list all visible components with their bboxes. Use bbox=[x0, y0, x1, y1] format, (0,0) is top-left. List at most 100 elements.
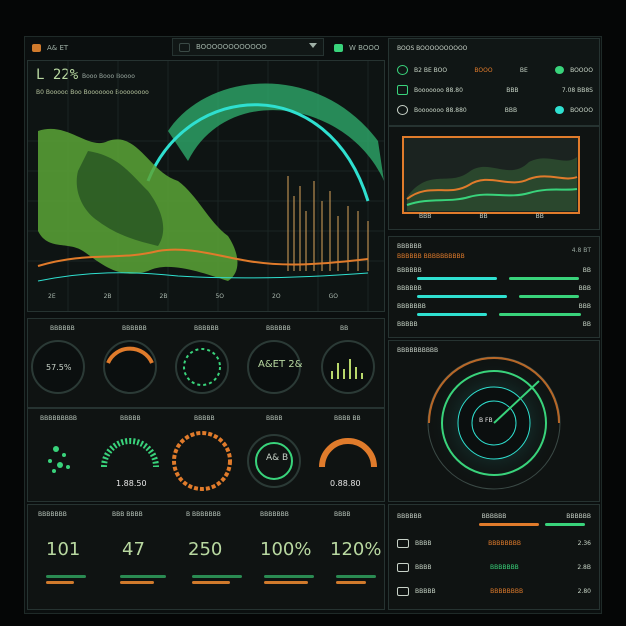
stats-panel: BBBBBB BBBBBB BBBBBBBBBB 4.8 BT BBBBBB B… bbox=[388, 236, 600, 338]
top-left-header: A& ET bbox=[32, 38, 172, 58]
search-bar[interactable]: BOOOOOOOOOOOO bbox=[172, 38, 324, 56]
map-visual bbox=[28, 61, 384, 311]
gauge-value: 57.5% bbox=[46, 363, 72, 372]
mini-chart-labels: BBB BB BB bbox=[419, 213, 544, 220]
table-cell: 2.8B bbox=[577, 564, 591, 571]
mini-label: BBB bbox=[419, 213, 432, 220]
kpi-bar bbox=[120, 581, 154, 584]
kpi-row: BBBBBBB BBB BBBB B BBBBBBB BBBBBBB BBBB … bbox=[27, 504, 385, 610]
mini-label: BB bbox=[535, 213, 544, 220]
kpi-value: 250 bbox=[188, 539, 223, 560]
status-icon bbox=[397, 65, 408, 75]
list-item-value: BBB bbox=[504, 106, 518, 114]
kpi-bar bbox=[192, 581, 230, 584]
stats-value: BBB bbox=[578, 285, 591, 292]
gauges-row-1: BBBBBB BBBBBB BBBBBB BBBBBB BB 57.5% A&E… bbox=[27, 318, 385, 408]
kpi-title: BBBBBBB bbox=[260, 511, 289, 518]
stats-row: BBBBB BB bbox=[397, 321, 591, 328]
stats-bar bbox=[499, 313, 581, 316]
kpi-title: B BBBBBBB bbox=[186, 511, 221, 518]
list-item-badge: BOOOO bbox=[570, 106, 593, 114]
radar-center: B FB bbox=[479, 417, 493, 424]
list-item-qty: BE bbox=[519, 66, 528, 74]
list-item[interactable]: Booooooo 88.880 BBB BOOOO bbox=[397, 105, 593, 115]
search-icon bbox=[179, 42, 190, 52]
table-header-cell: BBBBBB bbox=[566, 513, 591, 520]
table-cell: BBBBB bbox=[415, 588, 436, 595]
table-cell: 2.80 bbox=[577, 588, 591, 595]
kpi-bar bbox=[264, 581, 308, 584]
stats-corner: 4.8 BT bbox=[571, 247, 591, 254]
logo-icon bbox=[32, 44, 41, 52]
stats-bar bbox=[417, 277, 497, 280]
list-item[interactable]: B2 BE BOO BOOO BE BOOOO bbox=[397, 65, 593, 75]
table-row[interactable]: BBBBB BBBBBBBB 2.80 bbox=[397, 587, 591, 596]
stats-row: BBBBBB BBB bbox=[397, 285, 591, 292]
stats-value: BB bbox=[582, 321, 591, 328]
kpi-title: BBBBBBB bbox=[38, 511, 67, 518]
chevron-down-icon[interactable] bbox=[309, 43, 317, 48]
map-axis: 2E 2B 2B 5O 2O GO bbox=[48, 293, 338, 300]
kpi-value: 120% bbox=[330, 539, 382, 560]
top-right-tab[interactable]: W BOOO bbox=[334, 38, 394, 58]
axis-label: 2O bbox=[272, 293, 281, 300]
table-cell: BBBB bbox=[415, 540, 432, 547]
stats-bar bbox=[417, 313, 487, 316]
axis-label: 5O bbox=[215, 293, 225, 300]
dot-icon bbox=[555, 66, 565, 74]
gauge-value: 0.88.80 bbox=[330, 479, 361, 488]
axis-label: 2B bbox=[159, 293, 168, 300]
stats-title: BBBBBB bbox=[397, 243, 422, 250]
stats-label: BBBBBBB bbox=[397, 303, 426, 310]
list-item-label: Booooooo 88.80 bbox=[414, 86, 463, 94]
mini-chart-panel: BBB BB BB bbox=[388, 126, 600, 230]
table-cell: BBBBBBBB bbox=[490, 588, 524, 595]
stats-row: BBBBBBB BBB bbox=[397, 303, 591, 310]
search-label: BOOOOOOOOOOOO bbox=[196, 43, 267, 51]
stats-value: BBB bbox=[578, 303, 591, 310]
tab-label: W BOOO bbox=[349, 44, 380, 52]
table-header-cell: BBBBBB bbox=[481, 513, 507, 520]
flag-icon bbox=[397, 587, 409, 596]
axis-label: 2E bbox=[48, 293, 56, 300]
box-icon bbox=[397, 85, 408, 95]
table-header-bar bbox=[545, 523, 585, 526]
stats-value: BB bbox=[582, 267, 591, 274]
list-item[interactable]: Booooooo 88.80 BBB 7.08 BB8S bbox=[397, 85, 593, 95]
list-item-value: BOOO bbox=[474, 66, 493, 74]
table-header: BBBBBB BBBBBB BBBBBB bbox=[397, 513, 591, 520]
status-icon bbox=[334, 44, 343, 52]
arc-fill bbox=[168, 83, 384, 181]
gauge-value: A&ET 2& bbox=[258, 359, 303, 370]
kpi-bar bbox=[120, 575, 166, 578]
kpi-title: BBB BBBB bbox=[112, 511, 143, 518]
table-cell: BBBB bbox=[415, 564, 432, 571]
radar-visual bbox=[427, 356, 561, 490]
stats-label: BBBBBB bbox=[397, 285, 422, 292]
table-cell: BBBBBBBB bbox=[488, 540, 522, 547]
list-item-badge: 7.08 BB8S bbox=[561, 86, 593, 94]
kpi-bar bbox=[46, 575, 86, 578]
flag-icon bbox=[397, 563, 409, 572]
kpi-title: BBBB bbox=[334, 511, 351, 518]
table-cell: BBBBBBB bbox=[489, 564, 519, 571]
gauges-row-2: BBBBBBBBB BBBBB BBBBB BBBB BBBB BB 1.88.… bbox=[27, 408, 385, 502]
table-row[interactable]: BBBB BBBBBBBB 2.36 bbox=[397, 539, 591, 548]
list-item-label: B2 BE BOO bbox=[414, 66, 448, 74]
stats-label: BBBBB bbox=[397, 321, 418, 328]
kpi-bar bbox=[264, 575, 314, 578]
kpi-value: 101 bbox=[46, 539, 81, 560]
eye-icon bbox=[397, 105, 408, 115]
app-title: A& ET bbox=[47, 44, 69, 52]
kpi-bar bbox=[336, 575, 376, 578]
table-header-bar bbox=[479, 523, 539, 526]
bottom-right-table: BBBBBB BBBBBB BBBBBB BBBB BBBBBBBB 2.36 … bbox=[388, 504, 600, 610]
stats-bar bbox=[509, 277, 579, 280]
kpi-bar bbox=[336, 581, 366, 584]
flag-icon bbox=[397, 539, 409, 548]
table-cell: 2.36 bbox=[577, 540, 591, 547]
table-row[interactable]: BBBB BBBBBBB 2.8B bbox=[397, 563, 591, 572]
axis-label: 2B bbox=[103, 293, 112, 300]
kpi-bar bbox=[46, 581, 74, 584]
table-header-cell: BBBBBB bbox=[397, 513, 422, 520]
